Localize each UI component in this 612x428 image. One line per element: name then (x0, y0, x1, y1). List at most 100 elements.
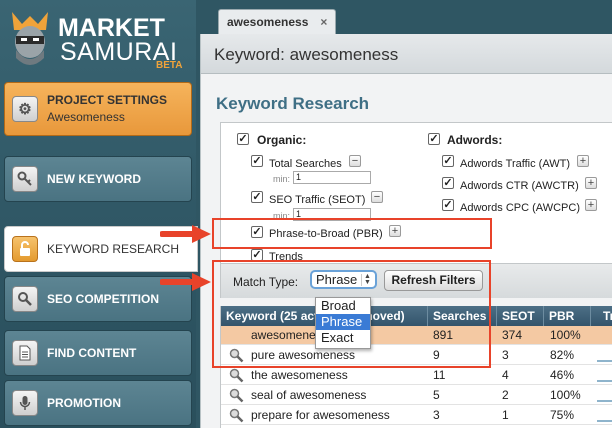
seo-traffic-checkbox[interactable]: ✓ (251, 191, 263, 203)
match-option-exact[interactable]: Exact (316, 330, 370, 346)
beta-badge: BETA (156, 60, 183, 71)
magnifier-icon[interactable] (229, 368, 244, 383)
organic-label: Organic: (257, 133, 307, 147)
seot-cell: 374 (502, 328, 523, 342)
searches-cell: 3 (433, 408, 440, 422)
seot-cell: 2 (502, 388, 509, 402)
tab-bar: awesomeness × (196, 0, 612, 34)
searches-cell: 9 (433, 348, 440, 362)
key-icon (12, 166, 38, 192)
lock-icon (12, 236, 38, 262)
seo-traffic-label: SEO Traffic (SEOT) (269, 194, 366, 206)
match-type-dropdown: Broad Phrase Exact (315, 297, 371, 349)
awcpc-label: Adwords CPC (AWCPC) (460, 202, 580, 214)
pbr-cell: 82% (550, 348, 575, 362)
sidebar-item-project-settings[interactable]: ⚙ PROJECT SETTINGS Awesomeness (4, 82, 192, 136)
table-row[interactable]: the awesomeness 11 4 46% (221, 366, 612, 385)
column-header-pbr[interactable]: PBR (544, 306, 591, 326)
pbr-cell: 100% (550, 328, 581, 342)
sidebar: MARKET SAMURAI BETA ⚙ PROJECT SETTINGS A… (0, 0, 198, 428)
column-header-keyword[interactable]: Keyword (25 act (221, 306, 316, 326)
close-icon[interactable]: × (320, 15, 327, 29)
awctr-label: Adwords CTR (AWCTR) (460, 180, 579, 192)
magnifier-icon[interactable] (229, 408, 244, 423)
awt-label: Adwords Traffic (AWT) (460, 158, 571, 170)
min-label: min: (273, 174, 291, 184)
match-type-bar: Match Type: Phrase ▲ ▼ Refresh Filters (220, 264, 612, 298)
table-row[interactable]: pure awesomeness 9 3 82% (221, 346, 612, 365)
searches-cell: 11 (433, 368, 446, 382)
pbr-cell: 75% (550, 408, 575, 422)
total-searches-min-input[interactable]: 1 (293, 171, 371, 184)
page-title: Keyword: awesomeness (201, 34, 612, 74)
searches-cell: 5 (433, 388, 440, 402)
sidebar-item-label: KEYWORD RESEARCH (47, 242, 180, 256)
trends-checkbox[interactable]: ✓ (251, 249, 263, 261)
sidebar-item-label: SEO COMPETITION (47, 292, 160, 306)
trend-sparkline (597, 380, 612, 382)
awctr-expand-button[interactable]: + (585, 177, 597, 189)
arrow-annotation-icon (160, 273, 211, 291)
seot-cell: 3 (502, 348, 509, 362)
awctr-checkbox[interactable]: ✓ (442, 177, 454, 189)
match-option-phrase[interactable]: Phrase (316, 314, 370, 330)
tab-label: awesomeness (227, 15, 309, 29)
keyword-cell: prepare for awesomeness (251, 408, 390, 422)
project-settings-label: PROJECT SETTINGS (47, 93, 168, 107)
keyword-cell: seal of awesomeness (251, 388, 367, 402)
searches-cell: 891 (433, 328, 454, 342)
trend-sparkline (597, 420, 612, 422)
match-type-value: Phrase (316, 272, 358, 287)
table-row[interactable]: seal of awesomeness 5 2 100% (221, 386, 612, 405)
magnifier-icon[interactable] (229, 388, 244, 403)
awt-expand-button[interactable]: + (577, 155, 589, 167)
pbr-expand-button[interactable]: + (389, 225, 401, 237)
sidebar-item-label: FIND CONTENT (47, 346, 137, 360)
trend-sparkline (597, 360, 612, 362)
gear-icon: ⚙ (12, 96, 38, 122)
awcpc-expand-button[interactable]: + (585, 199, 597, 211)
keyword-table: Keyword (25 act moved) Searches SEOT PBR… (220, 306, 612, 428)
select-arrows-icon: ▲ ▼ (361, 273, 373, 286)
match-type-select[interactable]: Phrase ▲ ▼ (310, 270, 377, 289)
match-type-label: Match Type: (233, 275, 299, 289)
column-header-searches[interactable]: Searches (428, 306, 497, 326)
awt-checkbox[interactable]: ✓ (442, 155, 454, 167)
sidebar-item-label: PROMOTION (47, 396, 121, 410)
filters-panel: ✓ Organic: ✓ Total Searches − min: 1 ✓ S… (220, 122, 612, 264)
adwords-label: Adwords: (447, 133, 503, 147)
sidebar-item-find-content[interactable]: FIND CONTENT (4, 330, 192, 376)
magnifier-icon[interactable] (229, 348, 244, 363)
table-row[interactable]: prepare for awesomeness 3 1 75% (221, 406, 612, 425)
total-searches-collapse-button[interactable]: − (349, 155, 361, 167)
seo-traffic-min-input[interactable]: 1 (293, 208, 371, 221)
samurai-mascot-icon (12, 12, 48, 65)
seo-traffic-collapse-button[interactable]: − (371, 191, 383, 203)
trends-label: Trends (269, 251, 303, 263)
sidebar-item-new-keyword[interactable]: NEW KEYWORD (4, 156, 192, 202)
tab-awesomeness[interactable]: awesomeness × (218, 9, 337, 34)
adwords-checkbox[interactable]: ✓ (428, 133, 440, 145)
project-name: Awesomeness (47, 110, 125, 124)
pbr-checkbox[interactable]: ✓ (251, 226, 263, 238)
organic-checkbox[interactable]: ✓ (237, 133, 249, 145)
keyword-cell: the awesomeness (251, 368, 348, 382)
awcpc-checkbox[interactable]: ✓ (442, 199, 454, 211)
table-row[interactable]: awesomene 891 374 100% (221, 326, 612, 345)
sidebar-item-promotion[interactable]: PROMOTION (4, 380, 192, 426)
pbr-cell: 100% (550, 388, 581, 402)
table-header: Keyword (25 act moved) Searches SEOT PBR… (221, 306, 612, 326)
column-header-seot[interactable]: SEOT (497, 306, 544, 326)
document-icon (12, 340, 38, 366)
min-label: min: (273, 211, 291, 221)
seot-cell: 1 (502, 408, 509, 422)
pbr-label: Phrase-to-Broad (PBR) (269, 228, 383, 240)
total-searches-checkbox[interactable]: ✓ (251, 155, 263, 167)
match-option-broad[interactable]: Broad (316, 298, 370, 314)
pbr-cell: 46% (550, 368, 575, 382)
seot-cell: 4 (502, 368, 509, 382)
market-samurai-logo: MARKET SAMURAI BETA (6, 4, 192, 71)
column-header-trends[interactable]: Tr (591, 306, 612, 326)
magnifier-icon (12, 286, 38, 312)
refresh-filters-button[interactable]: Refresh Filters (384, 270, 483, 291)
